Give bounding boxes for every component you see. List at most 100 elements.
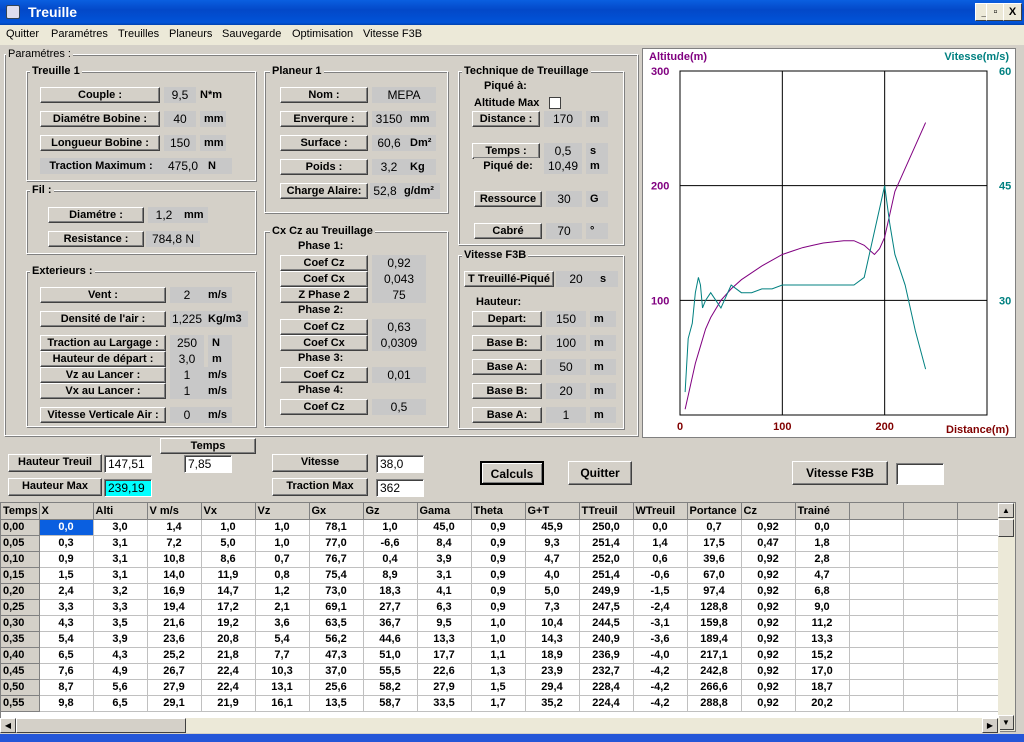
table-cell[interactable]: 67,0 bbox=[687, 567, 742, 584]
table-cell[interactable]: 4,7 bbox=[525, 551, 580, 568]
table-cell[interactable]: 0,92 bbox=[741, 567, 796, 584]
table-cell[interactable]: 14,0 bbox=[147, 567, 202, 584]
surface-button[interactable]: Surface : bbox=[280, 135, 368, 151]
table-cell[interactable]: 47,3 bbox=[309, 647, 364, 664]
table-cell[interactable]: 0,45 bbox=[1, 663, 40, 680]
table-cell[interactable]: 0,15 bbox=[1, 567, 40, 584]
table-cell[interactable] bbox=[903, 615, 958, 632]
densite-button[interactable]: Densité de l'air : bbox=[40, 311, 166, 327]
vitesse-verticale-button[interactable]: Vitesse Verticale Air : bbox=[40, 407, 166, 423]
table-cell[interactable]: 3,1 bbox=[417, 567, 472, 584]
table-cell[interactable]: 2,4 bbox=[39, 583, 94, 600]
distance-button[interactable]: Distance : bbox=[472, 111, 540, 127]
fil-diametre-button[interactable]: Diamétre : bbox=[48, 207, 144, 223]
table-cell[interactable]: 76,7 bbox=[309, 551, 364, 568]
menu-planeurs[interactable]: Planeurs bbox=[169, 28, 212, 40]
table-cell[interactable]: 0,0 bbox=[795, 519, 850, 536]
table-cell[interactable]: 21,8 bbox=[201, 647, 256, 664]
base-a2-button[interactable]: Base A: bbox=[472, 407, 542, 423]
coef-cz2-button[interactable]: Coef Cz bbox=[280, 319, 368, 335]
quitter-button[interactable]: Quitter bbox=[568, 461, 632, 485]
hauteur-max-value[interactable]: 239,19 bbox=[104, 479, 152, 497]
table-cell[interactable] bbox=[903, 567, 958, 584]
table-cell[interactable]: 0,92 bbox=[741, 695, 796, 712]
scroll-thumb[interactable] bbox=[998, 519, 1014, 537]
table-cell[interactable]: 4,7 bbox=[795, 567, 850, 584]
table-cell[interactable]: 1,7 bbox=[471, 695, 526, 712]
table-cell[interactable] bbox=[849, 631, 904, 648]
table-cell[interactable]: 16,9 bbox=[147, 583, 202, 600]
results-table[interactable]: Temps X Alti V m/s Vx Vz Gx Gz Gama Theta G+T TTreu… bbox=[0, 502, 1016, 732]
table-cell[interactable] bbox=[903, 679, 958, 696]
table-cell[interactable]: 7,6 bbox=[39, 663, 94, 680]
table-cell[interactable]: 15,2 bbox=[795, 647, 850, 664]
table-cell[interactable]: 9,3 bbox=[525, 535, 580, 552]
table-row[interactable]: 0,45 7,6 4,9 26,7 22,4 10,3 37,0 55,5 22,6 1,3 23,… bbox=[1, 663, 1012, 680]
table-cell[interactable]: 0,9 bbox=[471, 535, 526, 552]
coef-cx1-button[interactable]: Coef Cx bbox=[280, 271, 368, 287]
ressource-button[interactable]: Ressource bbox=[474, 191, 542, 207]
menu-sauvegarde[interactable]: Sauvegarde bbox=[222, 28, 281, 40]
table-cell[interactable]: 0,9 bbox=[471, 583, 526, 600]
table-row[interactable]: 0,40 6,5 4,3 25,2 21,8 7,7 47,3 51,0 17,7 1,1 18,9… bbox=[1, 647, 1012, 664]
table-row[interactable]: 0,55 9,8 6,5 29,1 21,9 16,1 13,5 58,7 33,5 1,7 35,… bbox=[1, 695, 1012, 712]
table-cell[interactable]: 3,9 bbox=[93, 631, 148, 648]
table-cell[interactable] bbox=[903, 583, 958, 600]
table-cell[interactable]: 3,5 bbox=[93, 615, 148, 632]
nom-button[interactable]: Nom : bbox=[280, 87, 368, 103]
table-cell[interactable]: 5,6 bbox=[93, 679, 148, 696]
table-cell[interactable]: 4,9 bbox=[93, 663, 148, 680]
couple-button[interactable]: Couple : bbox=[40, 87, 160, 103]
coef-cx2-button[interactable]: Coef Cx bbox=[280, 335, 368, 351]
table-cell[interactable] bbox=[849, 695, 904, 712]
longueur-bobine-button[interactable]: Longueur Bobine : bbox=[40, 135, 160, 151]
table-cell[interactable]: 27,9 bbox=[417, 679, 472, 696]
table-cell[interactable] bbox=[849, 551, 904, 568]
hscroll-thumb[interactable] bbox=[16, 718, 186, 733]
table-cell[interactable]: 0,3 bbox=[39, 535, 94, 552]
table-cell[interactable]: 21,6 bbox=[147, 615, 202, 632]
table-cell[interactable]: 4,3 bbox=[93, 647, 148, 664]
table-cell[interactable]: 240,9 bbox=[579, 631, 634, 648]
table-cell[interactable]: 45,0 bbox=[417, 519, 472, 536]
table-cell[interactable]: 29,4 bbox=[525, 679, 580, 696]
table-cell[interactable]: 78,1 bbox=[309, 519, 364, 536]
table-cell[interactable]: 2,1 bbox=[255, 599, 310, 616]
table-cell[interactable]: 10,8 bbox=[147, 551, 202, 568]
table-cell[interactable]: 0,92 bbox=[741, 631, 796, 648]
traction-max-result-value[interactable]: 362 bbox=[376, 479, 424, 497]
table-cell[interactable]: 0,55 bbox=[1, 695, 40, 712]
table-cell[interactable]: 14,3 bbox=[525, 631, 580, 648]
table-cell[interactable]: 249,9 bbox=[579, 583, 634, 600]
table-cell[interactable]: 73,0 bbox=[309, 583, 364, 600]
table-cell[interactable]: 1,0 bbox=[201, 519, 256, 536]
resistance-button[interactable]: Resistance : bbox=[48, 231, 144, 247]
table-cell[interactable]: 0,20 bbox=[1, 583, 40, 600]
vitesse-f3b-result[interactable] bbox=[896, 463, 944, 485]
table-cell[interactable]: -4,2 bbox=[633, 663, 688, 680]
table-cell[interactable]: -3,1 bbox=[633, 615, 688, 632]
hauteur-depart-button[interactable]: Hauteur de départ : bbox=[40, 351, 166, 367]
table-cell[interactable]: 128,8 bbox=[687, 599, 742, 616]
table-cell[interactable]: 5,4 bbox=[39, 631, 94, 648]
table-cell[interactable]: 55,5 bbox=[363, 663, 418, 680]
table-cell[interactable]: 27,7 bbox=[363, 599, 418, 616]
table-cell[interactable]: 7,3 bbox=[525, 599, 580, 616]
table-cell[interactable]: 56,2 bbox=[309, 631, 364, 648]
table-cell[interactable]: 13,5 bbox=[309, 695, 364, 712]
table-cell[interactable]: 16,1 bbox=[255, 695, 310, 712]
table-cell[interactable]: 6,5 bbox=[93, 695, 148, 712]
table-cell[interactable]: 0,9 bbox=[471, 599, 526, 616]
scroll-up-icon[interactable]: ▲ bbox=[998, 503, 1014, 518]
table-cell[interactable] bbox=[903, 695, 958, 712]
table-cell[interactable]: 0,92 bbox=[741, 551, 796, 568]
table-cell[interactable]: 75,4 bbox=[309, 567, 364, 584]
table-cell[interactable]: 18,9 bbox=[525, 647, 580, 664]
table-cell[interactable]: 3,3 bbox=[93, 599, 148, 616]
table-cell[interactable]: 6,3 bbox=[417, 599, 472, 616]
table-cell[interactable]: 0,92 bbox=[741, 583, 796, 600]
table-cell[interactable]: 3,0 bbox=[93, 519, 148, 536]
table-cell[interactable]: 1,4 bbox=[147, 519, 202, 536]
table-cell[interactable]: 0,0 bbox=[633, 519, 688, 536]
table-cell[interactable]: -4,0 bbox=[633, 647, 688, 664]
